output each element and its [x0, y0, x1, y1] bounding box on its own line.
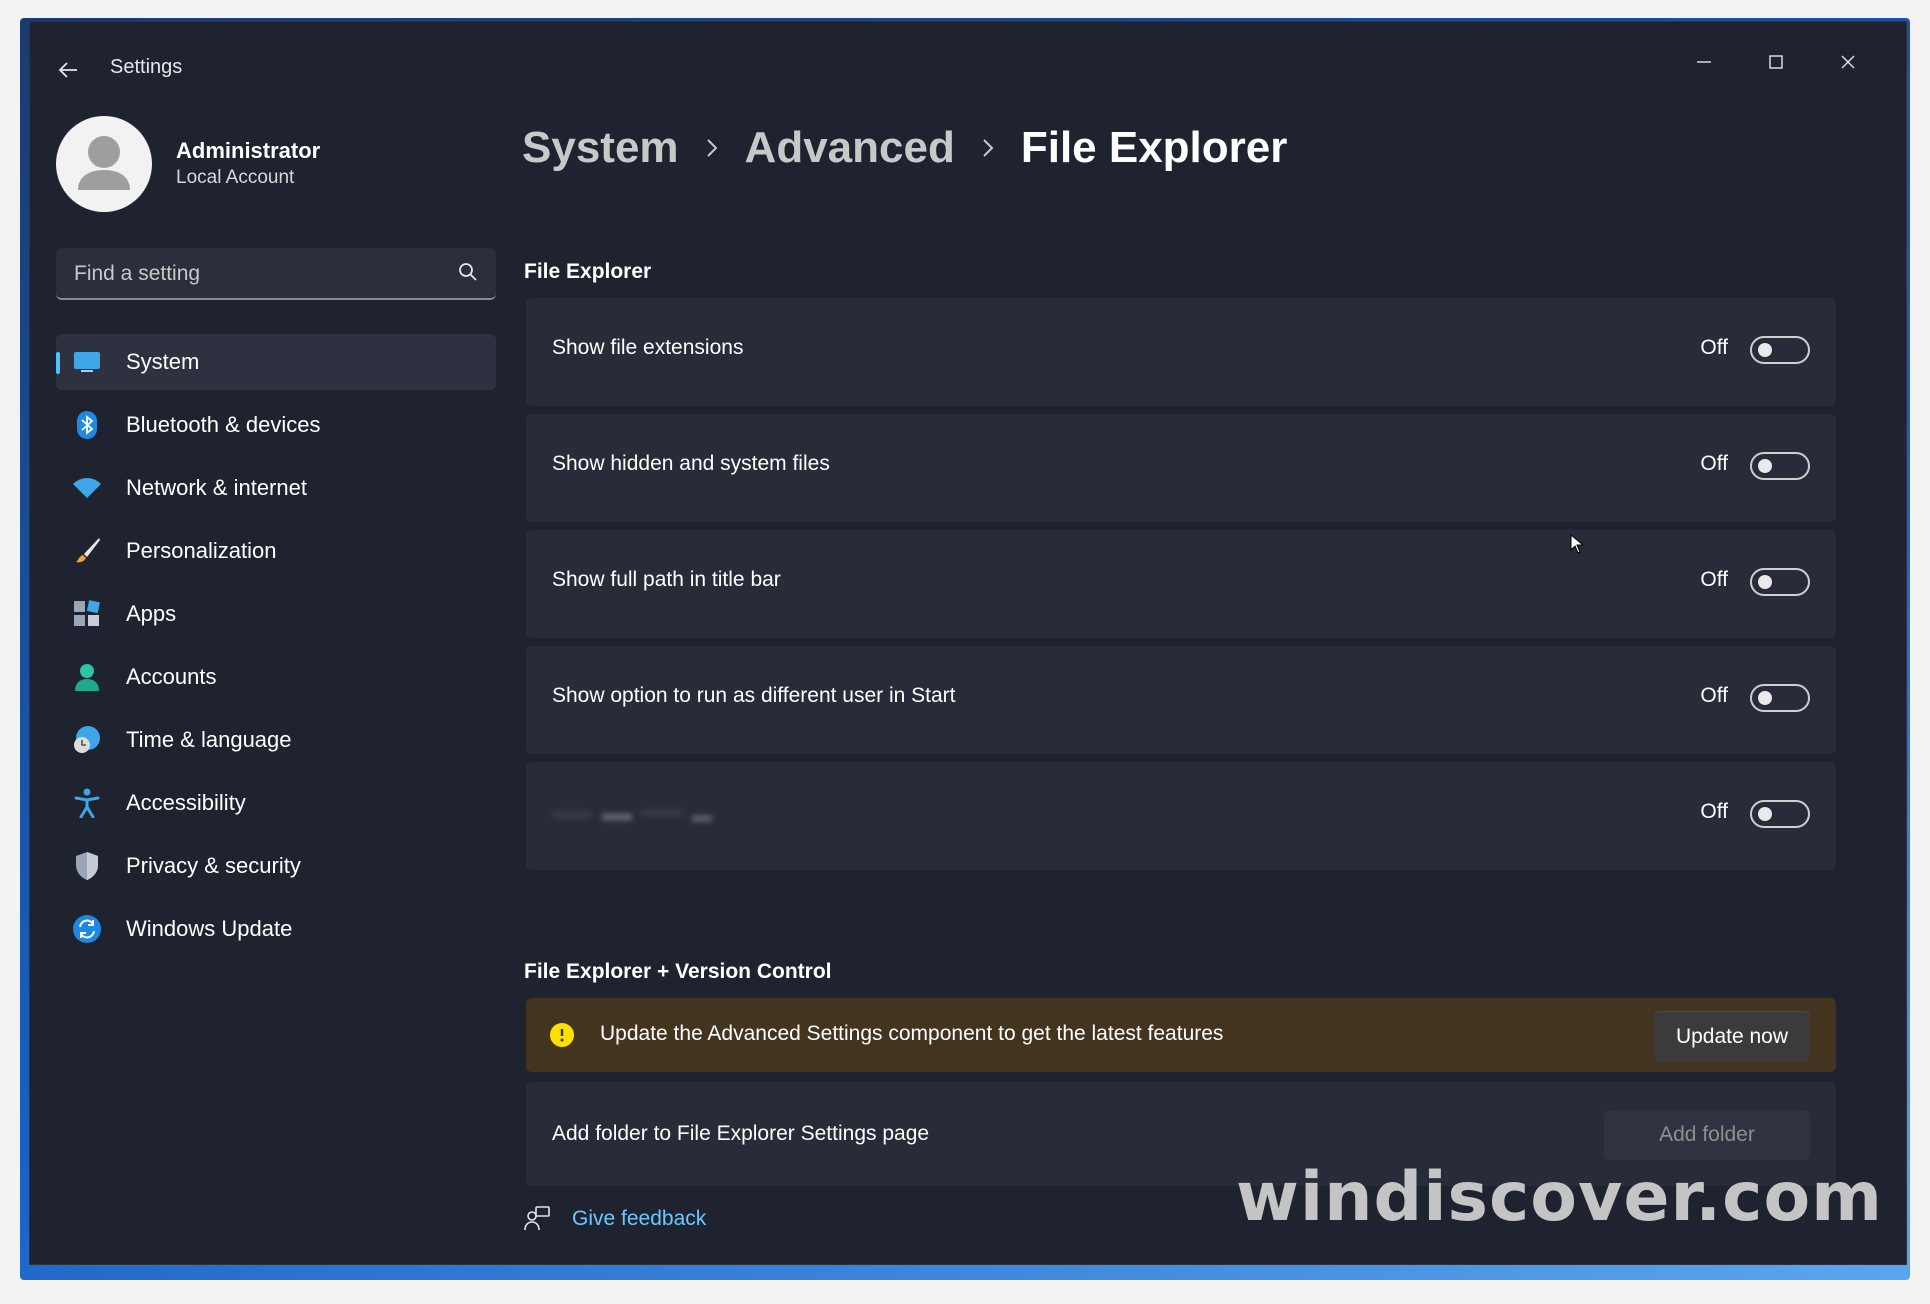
sidebar-item-label: Accounts	[126, 664, 217, 689]
update-now-button[interactable]: Update now	[1654, 1011, 1810, 1062]
toggle-state: Off	[1700, 568, 1728, 591]
avatar[interactable]	[56, 116, 152, 212]
close-button[interactable]	[1818, 40, 1878, 84]
toggle-state: Off	[1700, 800, 1728, 823]
wifi-icon	[72, 474, 102, 502]
obscured-setting-label	[552, 810, 712, 821]
toggle-state: Off	[1700, 336, 1728, 359]
apps-icon	[72, 600, 102, 628]
setting-label: Show option to run as different user in …	[552, 684, 956, 707]
bluetooth-icon	[72, 411, 102, 439]
give-feedback-link[interactable]: Give feedback	[524, 1206, 706, 1232]
search-input[interactable]	[72, 248, 456, 300]
chevron-right-icon	[981, 137, 995, 159]
setting-row: Show file extensions Off	[526, 298, 1836, 406]
breadcrumb-system[interactable]: System	[522, 123, 679, 173]
sidebar-item-label: Personalization	[126, 538, 277, 563]
run-as-different-user-toggle[interactable]	[1750, 684, 1810, 712]
sidebar-item-label: Windows Update	[126, 916, 293, 941]
show-hidden-files-toggle[interactable]	[1750, 452, 1810, 480]
sidebar-item-label: Bluetooth & devices	[126, 412, 321, 437]
back-arrow-icon	[58, 62, 77, 78]
search-icon[interactable]	[458, 262, 478, 282]
warning-icon	[550, 1023, 574, 1047]
toggle-knob	[1758, 575, 1772, 589]
sidebar-item-label: Accessibility	[126, 790, 246, 815]
show-full-path-toggle[interactable]	[1750, 568, 1810, 596]
search-box	[56, 248, 496, 300]
section-title-file-explorer: File Explorer	[524, 260, 652, 283]
add-folder-button[interactable]: Add folder	[1604, 1110, 1810, 1160]
sidebar-item-windows-update[interactable]: Windows Update	[56, 901, 496, 957]
shield-icon	[72, 852, 102, 880]
setting-row: Show full path in title bar Off	[526, 530, 1836, 638]
toggle-state: Off	[1700, 452, 1728, 475]
toggle-knob	[1758, 807, 1772, 821]
sidebar-item-system[interactable]: System	[56, 334, 496, 390]
breadcrumb: System Advanced File Explorer	[522, 118, 1287, 178]
setting-label: Show file extensions	[552, 336, 744, 359]
globe-clock-icon	[72, 726, 102, 754]
section-title-version-control: File Explorer + Version Control	[524, 960, 832, 983]
brush-icon	[72, 537, 102, 565]
sidebar-item-personalization[interactable]: Personalization	[56, 523, 496, 579]
update-icon	[72, 915, 102, 943]
window-title: Settings	[110, 56, 183, 78]
sidebar-nav: System Bluetooth & devices Network & int…	[56, 334, 496, 964]
setting-label: Show hidden and system files	[552, 452, 830, 475]
obscured-setting-toggle[interactable]	[1750, 800, 1810, 828]
sidebar-item-accounts[interactable]: Accounts	[56, 649, 496, 705]
sidebar-item-time-language[interactable]: Time & language	[56, 712, 496, 768]
sidebar-item-label: Time & language	[126, 727, 292, 752]
account-type: Local Account	[176, 167, 295, 188]
minimize-icon	[1697, 61, 1711, 63]
maximize-button[interactable]	[1746, 40, 1806, 84]
breadcrumb-current: File Explorer	[1020, 123, 1288, 172]
breadcrumb-advanced[interactable]: Advanced	[745, 123, 955, 173]
sidebar-item-label: Network & internet	[126, 475, 307, 500]
system-icon	[72, 348, 102, 376]
setting-row: Off	[526, 762, 1836, 870]
minimize-button[interactable]	[1674, 40, 1734, 84]
sidebar-item-apps[interactable]: Apps	[56, 586, 496, 642]
back-button[interactable]	[50, 54, 86, 86]
sidebar-item-bluetooth[interactable]: Bluetooth & devices	[56, 397, 496, 453]
toggle-knob	[1758, 343, 1772, 357]
setting-row: Show option to run as different user in …	[526, 646, 1836, 754]
mouse-cursor-icon	[1570, 534, 1584, 554]
setting-label: Show full path in title bar	[552, 568, 781, 591]
sidebar-item-privacy-security[interactable]: Privacy & security	[56, 838, 496, 894]
update-warning-banner: Update the Advanced Settings component t…	[526, 998, 1836, 1072]
user-name: Administrator	[176, 138, 321, 163]
warning-text: Update the Advanced Settings component t…	[600, 1022, 1224, 1045]
accessibility-icon	[72, 788, 102, 818]
setting-row: Show hidden and system files Off	[526, 414, 1836, 522]
feedback-icon	[524, 1206, 550, 1231]
title-bar: Settings	[30, 22, 1906, 102]
toggle-state: Off	[1700, 684, 1728, 707]
sidebar-item-label: System	[126, 349, 200, 374]
toggle-knob	[1758, 691, 1772, 705]
close-icon	[1841, 55, 1855, 69]
sidebar-item-label: Apps	[126, 601, 177, 626]
chevron-right-icon	[705, 137, 719, 159]
show-file-extensions-toggle[interactable]	[1750, 336, 1810, 364]
toggle-knob	[1758, 459, 1772, 473]
settings-window: Settings Administrator Local Account Fin…	[30, 22, 1906, 1264]
watermark: windiscover.com	[1236, 1158, 1884, 1237]
sidebar-item-network[interactable]: Network & internet	[56, 460, 496, 516]
user-icon	[78, 136, 130, 190]
accounts-icon	[72, 663, 102, 691]
sidebar-item-accessibility[interactable]: Accessibility	[56, 775, 496, 831]
sidebar-item-label: Privacy & security	[126, 853, 301, 878]
setting-label: Add folder to File Explorer Settings pag…	[552, 1122, 930, 1145]
feedback-label: Give feedback	[572, 1207, 707, 1230]
maximize-icon	[1769, 55, 1783, 69]
